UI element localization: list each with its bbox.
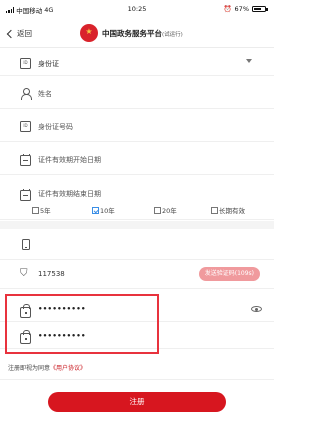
status-bar: 中国移动 4G 10:25 ⏰ 67% [0,0,274,18]
valid-start-field[interactable]: 证件有效期开始日期 [0,143,274,175]
checkbox-checked-icon [92,206,99,214]
id-type-select[interactable]: ID 身份证 [0,50,274,76]
checkbox-icon [211,206,218,214]
option-label: 10年 [100,207,115,215]
person-icon [20,88,32,100]
phone-icon [22,239,30,250]
option-label: 5年 [40,207,51,215]
nav-bar: 返回 中国政务服务平台(试运行) [0,20,274,48]
battery-percent: 67% [234,5,249,13]
option-label: 20年 [162,207,177,215]
checkbox-icon [154,206,161,214]
section-divider [0,221,274,229]
alarm-icon: ⏰ [223,5,232,13]
status-right: ⏰ 67% [223,5,268,13]
sms-code-field[interactable]: ⛉ 117538 发送验证码(109s) [0,261,274,289]
option-long-term[interactable]: 长期有效 [211,205,245,215]
back-label: 返回 [17,29,32,38]
nav-title: 中国政务服务平台(试运行) [80,24,183,42]
valid-start-placeholder: 证件有效期开始日期 [38,156,101,164]
national-emblem-icon [80,24,98,42]
caret-down-icon [246,58,252,63]
name-field[interactable]: 姓名 [0,77,274,109]
checkbox-icon [32,206,39,214]
phone-field[interactable] [0,230,274,260]
valid-end-placeholder: 证件有效期结束日期 [38,190,101,198]
name-placeholder: 姓名 [38,90,52,98]
divider [0,379,274,380]
option-10-years[interactable]: 10年 [92,205,115,215]
page-title: 中国政务服务平台(试运行) [102,28,183,38]
id-card-icon: ID [20,58,31,69]
register-button[interactable]: 注册 [48,392,226,412]
eye-icon[interactable] [251,306,262,312]
highlight-annotation [5,294,159,354]
battery-icon [252,6,268,12]
back-button[interactable]: 返回 [6,28,32,39]
shield-icon: ⛉ [20,268,28,279]
id-card-icon: ID [20,121,31,132]
agreement-text: 注册即视为同意《用户协议》 [8,363,86,372]
validity-options: 5年 10年 20年 长期有效 [0,200,274,220]
option-5-years[interactable]: 5年 [32,205,51,215]
calendar-icon [20,154,31,166]
id-number-field[interactable]: ID 身份证号码 [0,110,274,142]
user-agreement-link[interactable]: 《用户协议》 [50,365,86,372]
sms-code-value: 117538 [38,270,65,278]
id-type-value: 身份证 [38,60,59,68]
agreement-prefix: 注册即视为同意 [8,365,51,372]
id-number-placeholder: 身份证号码 [38,123,73,131]
option-20-years[interactable]: 20年 [154,205,177,215]
chevron-left-icon [6,29,16,38]
option-label: 长期有效 [219,207,245,215]
title-suffix: (试运行) [162,31,183,38]
send-code-button[interactable]: 发送验证码(109s) [198,267,260,281]
